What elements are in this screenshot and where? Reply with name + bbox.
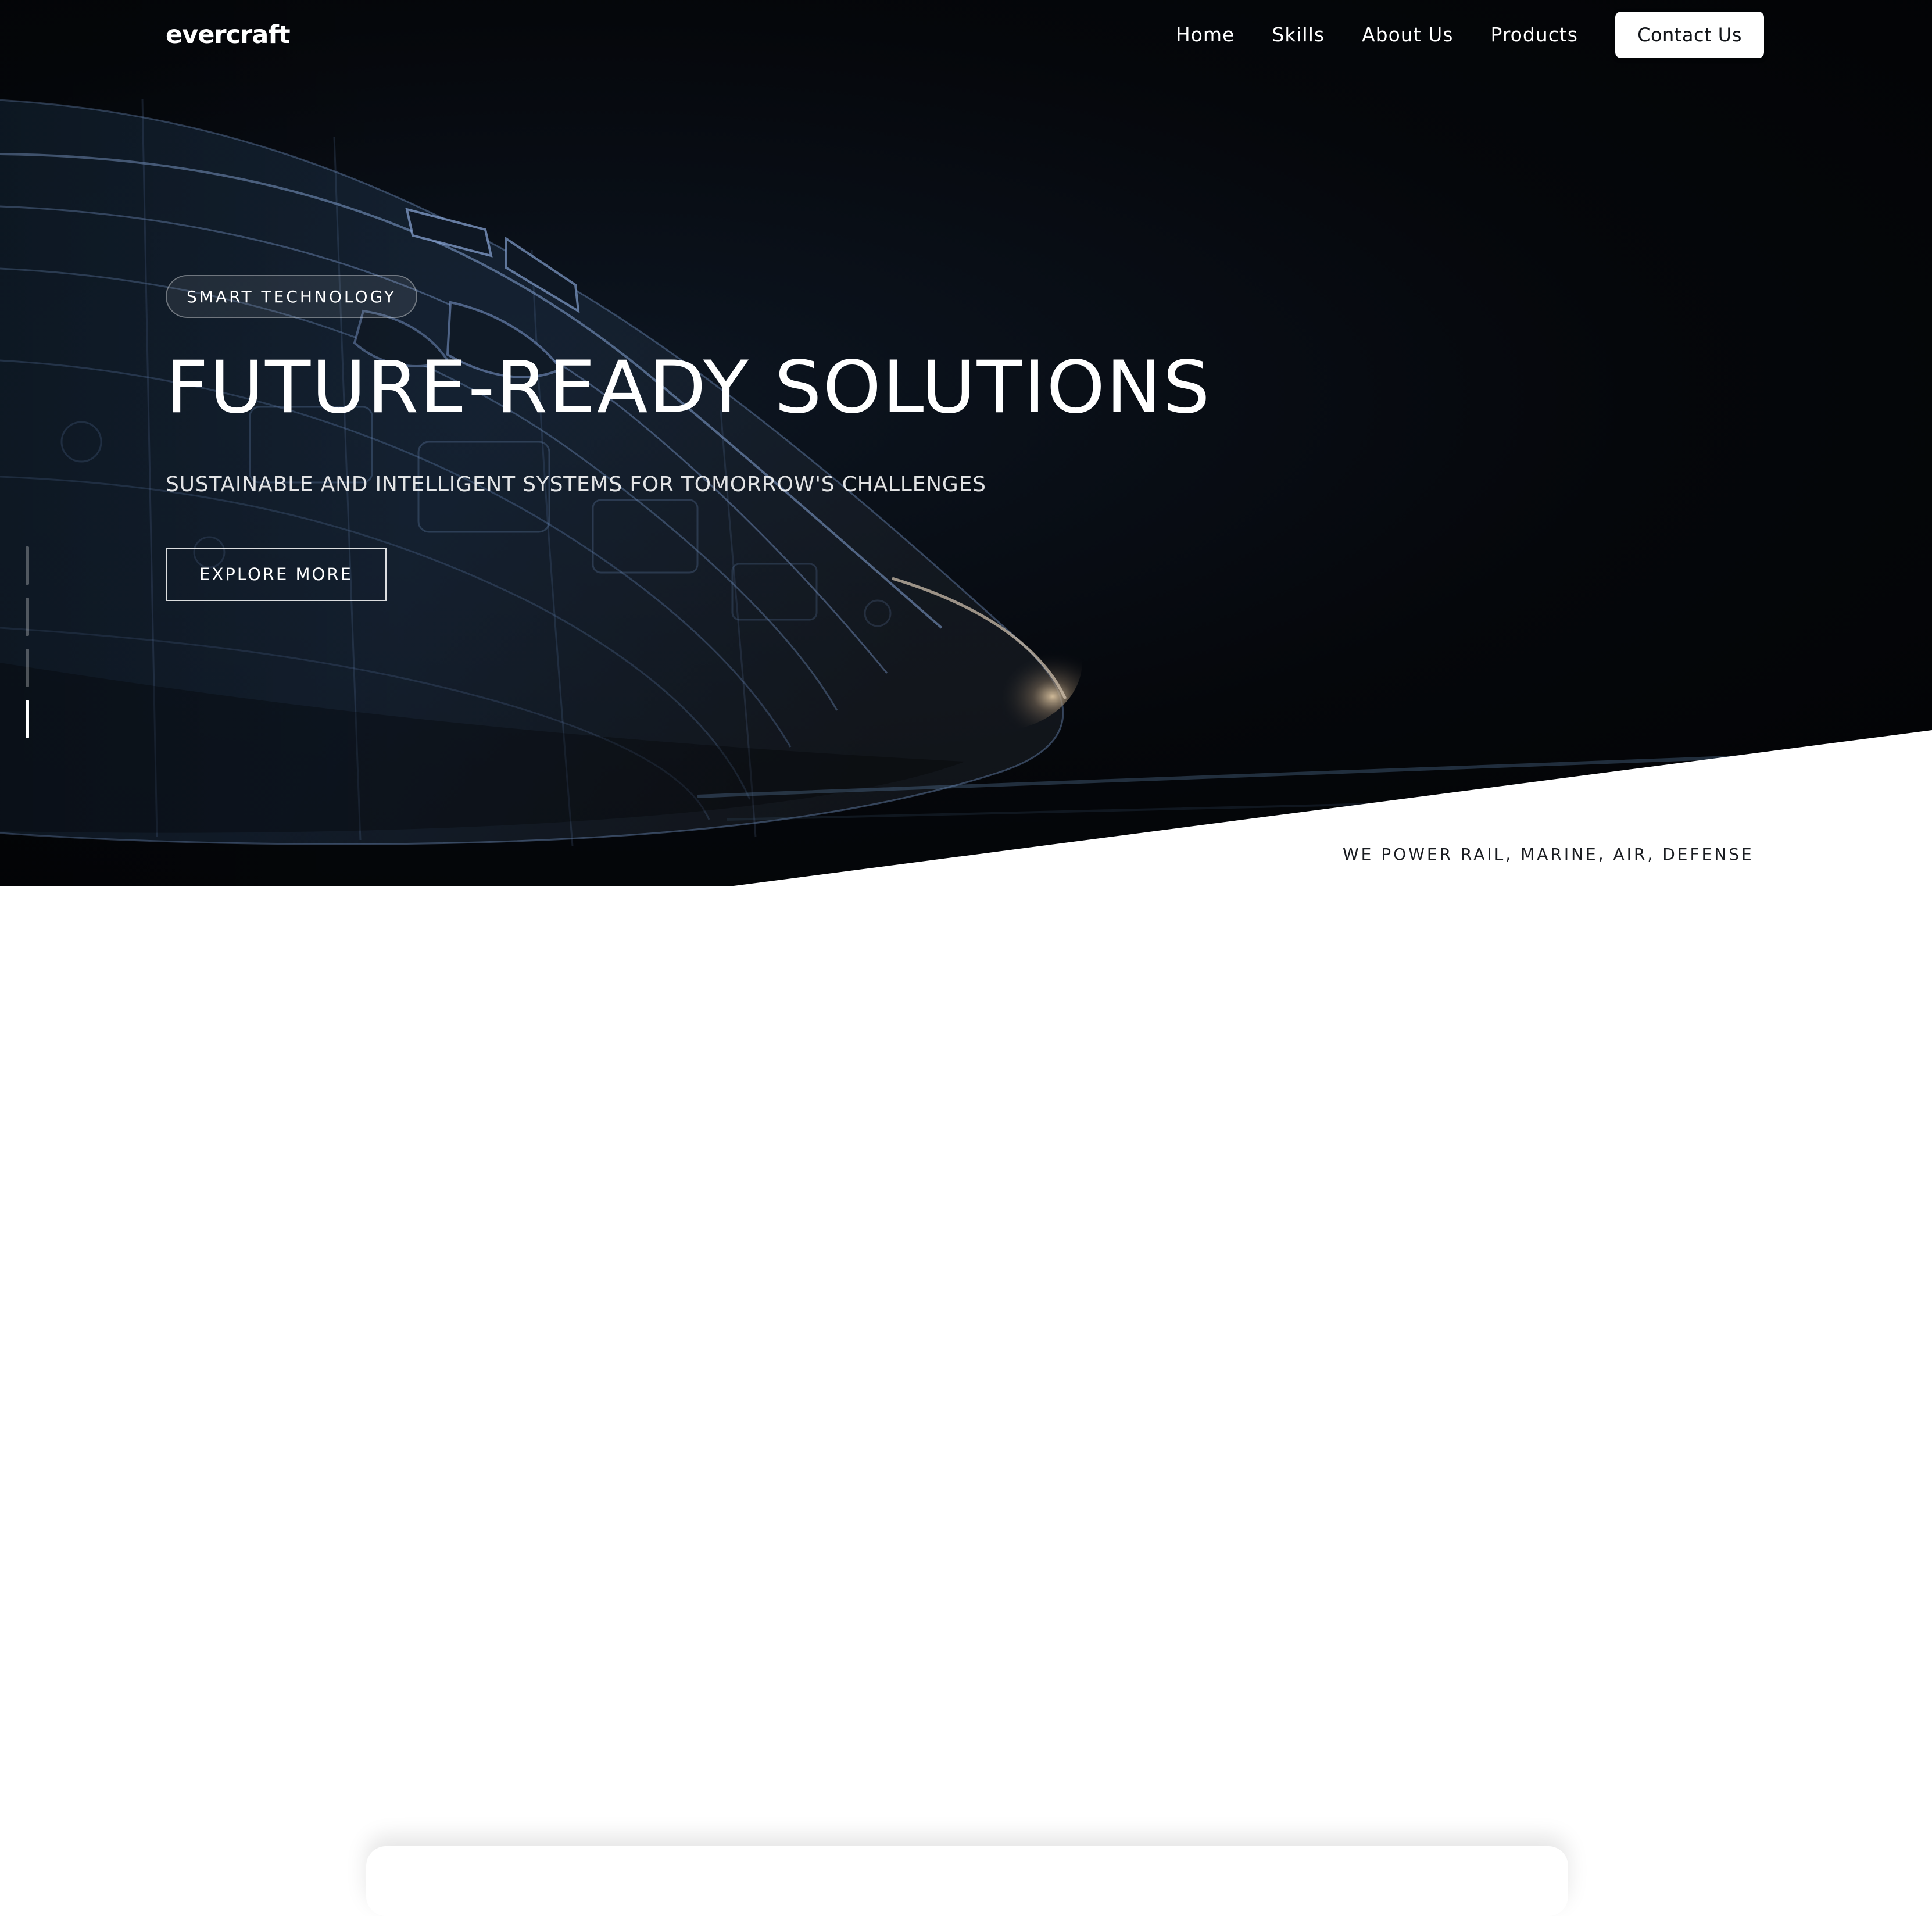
slide-indicator-3[interactable] — [26, 649, 29, 687]
hero-subheadline: SUSTAINABLE AND INTELLIGENT SYSTEMS FOR … — [166, 473, 986, 496]
slide-indicator-1[interactable] — [26, 546, 29, 585]
nav-about-us[interactable]: About Us — [1362, 12, 1453, 58]
nav-home[interactable]: Home — [1176, 12, 1235, 58]
nav-skills[interactable]: Skills — [1272, 12, 1325, 58]
explore-more-button[interactable]: EXPLORE MORE — [166, 548, 387, 601]
main-nav: Home Skills About Us Products Contact Us — [1176, 12, 1764, 58]
slide-indicator-2[interactable] — [26, 598, 29, 636]
industry-tagline: WE POWER RAIL, MARINE, AIR, DEFENSE — [1343, 845, 1754, 864]
slide-indicators — [26, 546, 30, 738]
next-section — [0, 886, 1932, 1916]
slide-indicator-4-active[interactable] — [26, 700, 29, 738]
nav-products[interactable]: Products — [1491, 12, 1579, 58]
top-navigation: evercraft Home Skills About Us Products … — [0, 0, 1932, 69]
content-preview-card — [366, 1846, 1568, 1916]
hero-headline: FUTURE-READY SOLUTIONS — [166, 346, 1211, 430]
hero-background-image — [0, 0, 1932, 886]
contact-us-button[interactable]: Contact Us — [1615, 12, 1764, 58]
smart-technology-badge: SMART TECHNOLOGY — [166, 275, 417, 318]
hero-section — [0, 0, 1932, 886]
brand-logo[interactable]: evercraft — [166, 17, 291, 52]
